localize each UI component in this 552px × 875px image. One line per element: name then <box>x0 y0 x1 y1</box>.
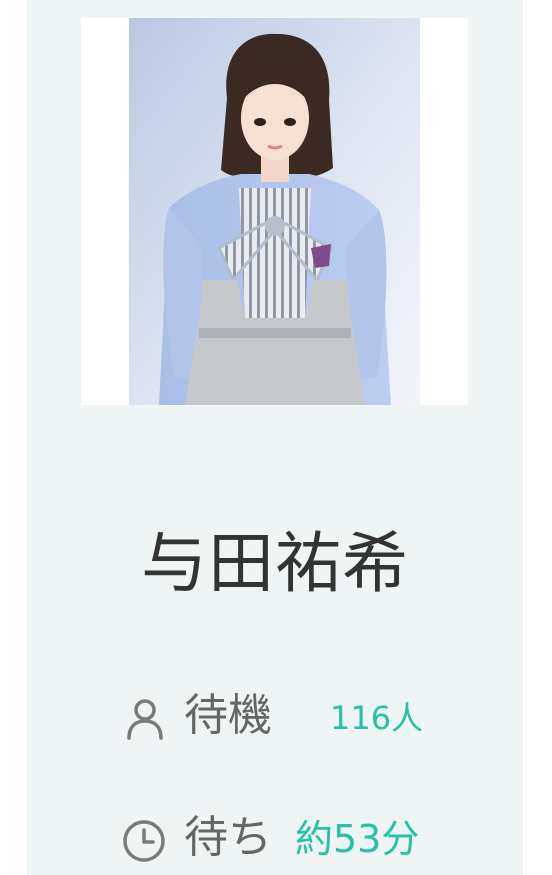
waiting-count-row: 待機 116人 <box>27 688 523 748</box>
member-photo-frame <box>81 18 468 405</box>
waiting-count-value: 116人 <box>330 699 424 737</box>
member-photo <box>129 18 420 405</box>
clock-icon <box>121 818 167 864</box>
person-icon <box>122 696 168 742</box>
member-card: 与田祐希 待機 116人 待ち 約53分 <box>27 0 523 875</box>
wait-time-value: 約53分 <box>295 817 420 861</box>
wait-time-row: 待ち 約53分 <box>27 810 523 870</box>
waiting-label: 待機 <box>184 690 272 741</box>
member-name: 与田祐希 <box>141 525 409 602</box>
wait-time-label: 待ち <box>184 812 272 863</box>
